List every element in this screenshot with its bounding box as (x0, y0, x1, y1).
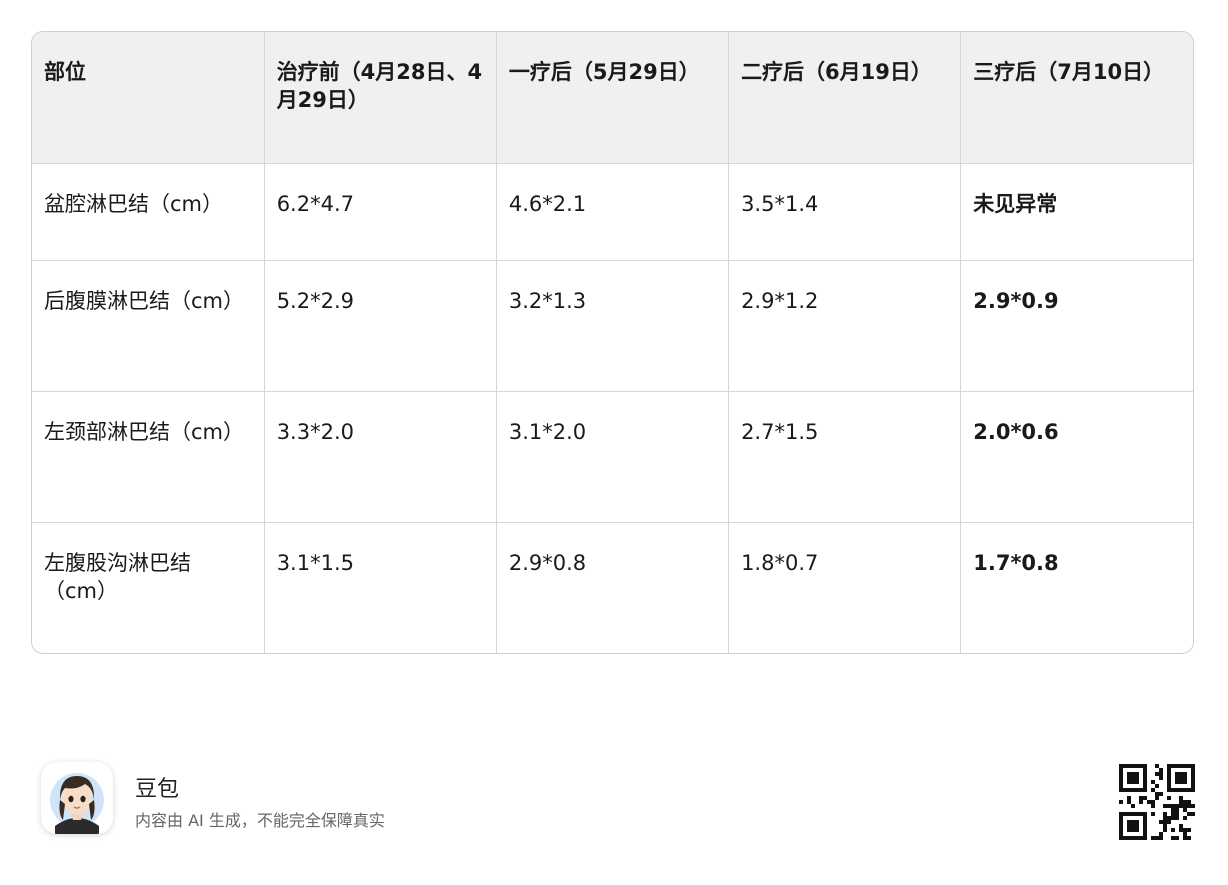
header-after-3: 三疗后（7月10日） (960, 32, 1193, 164)
qr-code-icon (1119, 764, 1195, 840)
table-row: 后腹膜淋巴结（cm） 5.2*2.9 3.2*1.3 2.9*1.2 2.9*0… (32, 260, 1193, 392)
table-row: 左腹股沟淋巴结（cm） 3.1*1.5 2.9*0.8 1.8*0.7 1.7*… (32, 522, 1193, 653)
table-row: 左颈部淋巴结（cm） 3.3*2.0 3.1*2.0 2.7*1.5 2.0*0… (32, 391, 1193, 523)
table-header-row: 部位 治疗前（4月28日、4月29日） 一疗后（5月29日） 二疗后（6月19日… (32, 32, 1193, 164)
results-table: 部位 治疗前（4月28日、4月29日） 一疗后（5月29日） 二疗后（6月19日… (31, 31, 1194, 654)
brand-name: 豆包 (135, 777, 180, 802)
cell-after-1: 4.6*2.1 (496, 163, 730, 261)
cell-after-3: 2.0*0.6 (960, 391, 1193, 523)
cell-after-1: 2.9*0.8 (496, 522, 730, 653)
header-site: 部位 (32, 32, 265, 164)
cell-before: 5.2*2.9 (264, 260, 497, 392)
cell-site: 左腹股沟淋巴结（cm） (32, 522, 265, 653)
footer: 豆包 内容由 AI 生成，不能完全保障真实 (41, 762, 1201, 842)
cell-site: 后腹膜淋巴结（cm） (32, 260, 265, 392)
cell-after-3: 2.9*0.9 (960, 260, 1193, 392)
header-after-2: 二疗后（6月19日） (728, 32, 962, 164)
cell-before: 3.3*2.0 (264, 391, 497, 523)
header-after-1: 一疗后（5月29日） (496, 32, 730, 164)
cell-before: 3.1*1.5 (264, 522, 497, 653)
cell-after-2: 3.5*1.4 (728, 163, 962, 261)
cell-after-3: 未见异常 (960, 163, 1193, 261)
cell-after-2: 2.7*1.5 (728, 391, 962, 523)
cell-site: 左颈部淋巴结（cm） (32, 391, 265, 523)
cell-after-2: 2.9*1.2 (728, 260, 962, 392)
cell-after-1: 3.2*1.3 (496, 260, 730, 392)
cell-site: 盆腔淋巴结（cm） (32, 163, 265, 261)
cell-after-3: 1.7*0.8 (973, 550, 1059, 575)
cell-before: 6.2*4.7 (264, 163, 497, 261)
header-before: 治疗前（4月28日、4月29日） (264, 32, 497, 164)
table-row: 盆腔淋巴结（cm） 6.2*4.7 4.6*2.1 3.5*1.4 未见异常 (32, 163, 1193, 261)
cell-after-1: 3.1*2.0 (496, 391, 730, 523)
girl-avatar-icon (41, 762, 113, 834)
ai-disclaimer: 内容由 AI 生成，不能完全保障真实 (135, 811, 385, 830)
cell-after-2: 1.8*0.7 (728, 522, 962, 653)
